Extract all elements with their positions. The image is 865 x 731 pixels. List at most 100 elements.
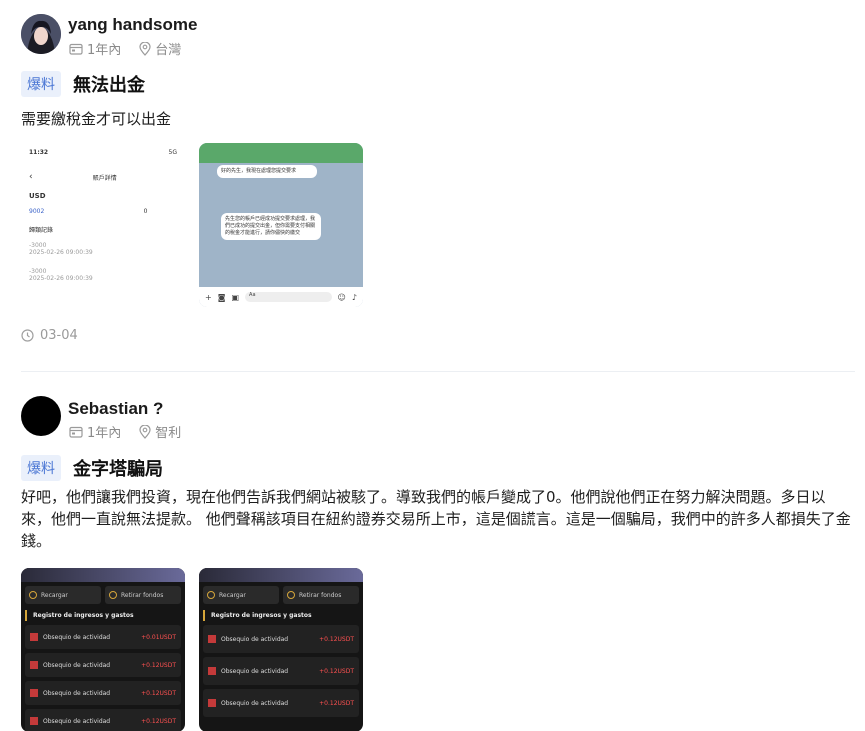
gift-icon bbox=[30, 689, 38, 697]
record-row: Obsequio de actividad +0.12USDT bbox=[25, 681, 181, 705]
post-time-text: 1年內 bbox=[87, 426, 122, 441]
recharge-button: Recargar bbox=[203, 586, 279, 604]
records-heading: Registro de ingresos y gastos bbox=[25, 610, 181, 621]
post-location: 智利 bbox=[139, 422, 181, 441]
post-image[interactable]: 好的先生，我現在處理您提交要求 先生您的帳戶已經成功提交要求處理，我們已成功的提… bbox=[199, 143, 363, 307]
post-images: 11:32 5G ‹ 賬戶詳情 USD 9002 0 歸類記錄 -3000 20… bbox=[21, 143, 363, 307]
post-body: 需要繳稅金才可以出金 bbox=[21, 110, 172, 128]
post-image[interactable]: Recargar Retirar fondos Registro de ingr… bbox=[199, 568, 363, 731]
post-title[interactable]: 金字塔騙局 bbox=[73, 455, 163, 481]
location-pin-icon bbox=[139, 424, 151, 439]
image-icon[interactable]: ▣ bbox=[231, 293, 239, 302]
recharge-label: Recargar bbox=[41, 591, 68, 599]
record-amount: +0.12USDT bbox=[319, 667, 354, 675]
record-row: Obsequio de actividad +0.12USDT bbox=[25, 709, 181, 731]
record-desc: Obsequio de actividad bbox=[43, 689, 111, 697]
username[interactable]: yang handsome bbox=[68, 15, 197, 35]
entry-amount: -3000 bbox=[29, 268, 47, 275]
username[interactable]: Sebastian ? bbox=[68, 399, 163, 419]
chat-input[interactable]: Aa bbox=[245, 292, 332, 302]
gift-icon bbox=[208, 635, 216, 643]
post-image[interactable]: 11:32 5G ‹ 賬戶詳情 USD 9002 0 歸類記錄 -3000 20… bbox=[21, 143, 185, 307]
gift-icon bbox=[30, 633, 38, 641]
record-row: Obsequio de actividad +0.01USDT bbox=[25, 625, 181, 649]
calendar-icon bbox=[69, 426, 83, 438]
chat-bubble: 先生您的帳戶已經成功提交要求處理，我們已成功的提交出金，但你需要支付相關的稅金才… bbox=[221, 213, 321, 240]
post-date-text: 03-04 bbox=[40, 328, 78, 343]
post-date: 03-04 bbox=[21, 328, 78, 343]
record-amount: +0.12USDT bbox=[141, 661, 176, 669]
post-title-row: 爆料 無法出金 bbox=[21, 71, 145, 97]
category-tag[interactable]: 爆料 bbox=[21, 71, 61, 97]
record-row: Obsequio de actividad +0.12USDT bbox=[203, 689, 359, 717]
phone-signal: 5G bbox=[168, 149, 177, 156]
account-value-a: 9002 bbox=[29, 208, 45, 215]
calendar-icon bbox=[69, 43, 83, 55]
entry-amount: -3000 bbox=[29, 242, 47, 249]
gift-icon bbox=[208, 667, 216, 675]
withdraw-button: Retirar fondos bbox=[283, 586, 359, 604]
back-arrow-icon: ‹ bbox=[29, 172, 33, 182]
avatar[interactable] bbox=[21, 396, 61, 436]
gift-icon bbox=[30, 717, 38, 725]
post-card: Sebastian ? 1年內 智利 爆料 金字塔騙局 好吧，他們讓我們投資，現… bbox=[0, 372, 865, 731]
emoji-icon[interactable]: ☺ bbox=[338, 293, 346, 302]
record-desc: Obsequio de actividad bbox=[43, 717, 111, 725]
record-row: Obsequio de actividad +0.12USDT bbox=[25, 653, 181, 677]
plus-icon[interactable]: + bbox=[205, 293, 212, 302]
recharge-icon bbox=[29, 591, 37, 599]
post-location: 台灣 bbox=[139, 39, 181, 58]
record-desc: Obsequio de actividad bbox=[43, 633, 111, 641]
camera-icon[interactable]: ◙ bbox=[218, 293, 226, 302]
record-row: Obsequio de actividad +0.12USDT bbox=[203, 625, 359, 653]
record-amount: +0.12USDT bbox=[141, 717, 176, 725]
record-desc: Obsequio de actividad bbox=[221, 635, 289, 643]
category-tag[interactable]: 爆料 bbox=[21, 455, 61, 481]
chat-bubble: 好的先生，我現在處理您提交要求 bbox=[217, 165, 317, 178]
withdraw-button: Retirar fondos bbox=[105, 586, 181, 604]
recharge-label: Recargar bbox=[219, 591, 246, 599]
recharge-button: Recargar bbox=[25, 586, 101, 604]
gift-icon bbox=[30, 661, 38, 669]
post-meta: 1年內 智利 bbox=[69, 422, 181, 441]
entry-date: 2025-02-26 09:00:39 bbox=[29, 249, 93, 256]
records-heading: Registro de ingresos y gastos bbox=[203, 610, 359, 621]
entry-date: 2025-02-26 09:00:39 bbox=[29, 275, 93, 282]
app-banner bbox=[199, 568, 363, 582]
mic-icon[interactable]: ♪ bbox=[352, 293, 357, 302]
account-value-b: 0 bbox=[143, 208, 148, 215]
gift-icon bbox=[208, 699, 216, 707]
post-location-text: 台灣 bbox=[155, 43, 182, 58]
account-heading: 賬戶詳情 bbox=[92, 174, 117, 182]
app-banner bbox=[21, 568, 185, 582]
withdraw-icon bbox=[287, 591, 295, 599]
chat-header bbox=[199, 143, 363, 163]
post-meta: 1年內 台灣 bbox=[69, 39, 181, 58]
post-time: 1年內 bbox=[69, 422, 121, 441]
phone-time: 11:32 bbox=[29, 149, 49, 156]
post-card: yang handsome 1年內 台灣 爆料 無法出金 需要繳稅金才可以出金 … bbox=[0, 0, 865, 372]
post-location-text: 智利 bbox=[155, 426, 182, 441]
chat-input-bar: + ◙ ▣ Aa ☺ ♪ bbox=[199, 287, 363, 307]
record-amount: +0.12USDT bbox=[319, 635, 354, 643]
record-row: Obsequio de actividad +0.12USDT bbox=[203, 657, 359, 685]
clock-icon bbox=[21, 329, 34, 342]
record-desc: Obsequio de actividad bbox=[43, 661, 111, 669]
post-time-text: 1年內 bbox=[87, 43, 122, 58]
withdraw-label: Retirar fondos bbox=[121, 591, 164, 599]
post-images: Recargar Retirar fondos Registro de ingr… bbox=[21, 568, 363, 731]
record-desc: Obsequio de actividad bbox=[221, 667, 289, 675]
post-title-row: 爆料 金字塔騙局 bbox=[21, 455, 163, 481]
recharge-icon bbox=[207, 591, 215, 599]
location-pin-icon bbox=[139, 41, 151, 56]
record-amount: +0.12USDT bbox=[319, 699, 354, 707]
record-amount: +0.12USDT bbox=[141, 689, 176, 697]
post-image[interactable]: Recargar Retirar fondos Registro de ingr… bbox=[21, 568, 185, 731]
post-body: 好吧，他們讓我們投資，現在他們告訴我們網站被駭了。導致我們的帳戶變成了0。他們說… bbox=[21, 488, 851, 550]
withdraw-label: Retirar fondos bbox=[299, 591, 342, 599]
withdraw-icon bbox=[109, 591, 117, 599]
post-title[interactable]: 無法出金 bbox=[73, 71, 145, 97]
record-amount: +0.01USDT bbox=[141, 633, 176, 641]
account-currency: USD bbox=[29, 192, 46, 200]
avatar[interactable] bbox=[21, 14, 61, 54]
